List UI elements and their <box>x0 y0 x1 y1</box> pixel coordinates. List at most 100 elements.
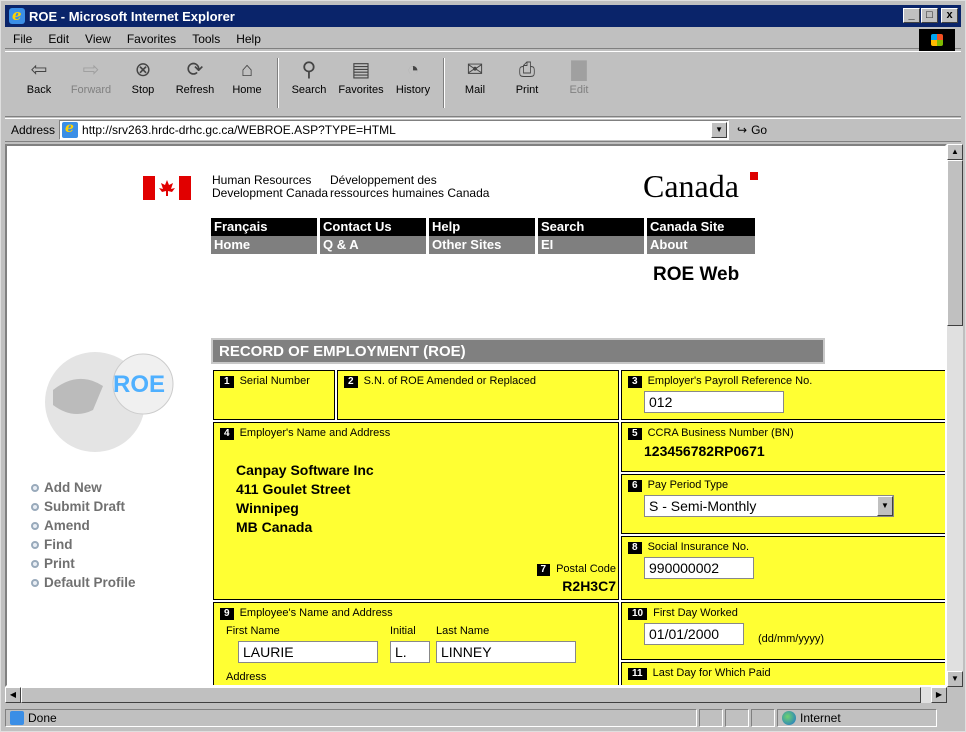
first-day-worked-input[interactable]: 01/01/2000 <box>644 623 744 645</box>
nav-about[interactable]: About <box>647 236 755 254</box>
go-arrow-icon: ↪ <box>737 123 748 137</box>
windows-logo-icon <box>919 29 955 51</box>
status-text: Done <box>28 711 57 725</box>
initial-input[interactable]: L. <box>390 641 430 663</box>
status-text-cell: Done <box>5 709 697 727</box>
horizontal-scrollbar[interactable]: ◀ ▶ <box>5 687 947 703</box>
history-button[interactable]: ◔ History <box>387 52 439 114</box>
side-menu-submit-draft[interactable]: Submit Draft <box>31 497 136 516</box>
search-icon: ⚲ <box>301 59 317 81</box>
bullet-icon <box>31 483 39 492</box>
maximize-button[interactable]: □ <box>921 8 938 23</box>
status-bar: Done Internet <box>5 707 961 729</box>
nav-help[interactable]: Help <box>429 218 538 236</box>
forward-button[interactable]: ⇨ Forward <box>65 52 117 114</box>
title-bar[interactable]: ROE - Microsoft Internet Explorer _ □ x <box>5 5 961 27</box>
print-button[interactable]: ⎙ Print <box>501 52 553 114</box>
pay-period-select[interactable]: S - Semi-Monthly ▼ <box>644 495 894 517</box>
nav-ei[interactable]: EI <box>538 236 647 254</box>
back-button[interactable]: ⇦ Back <box>13 52 65 114</box>
menu-tools[interactable]: Tools <box>184 32 228 46</box>
side-menu-amend[interactable]: Amend <box>31 516 136 535</box>
scroll-thumb[interactable] <box>947 160 963 326</box>
canada-wordmark: Canada <box>643 168 758 205</box>
side-menu-default-profile[interactable]: Default Profile <box>31 573 136 592</box>
search-button[interactable]: ⚲ Search <box>283 52 335 114</box>
address-label: Address <box>11 123 56 137</box>
side-menu-add-new[interactable]: Add New <box>31 478 136 497</box>
initial-label: Initial <box>390 625 416 637</box>
menu-view[interactable]: View <box>77 32 119 46</box>
employer-line: Winnipeg <box>236 500 299 516</box>
scroll-up-button[interactable]: ▲ <box>947 144 963 160</box>
refresh-icon: ⟳ <box>186 59 204 81</box>
box-serial-number: 1 Serial Number <box>213 370 335 420</box>
box-number: 9 <box>220 608 234 620</box>
edit-button[interactable]: ▇ Edit <box>553 52 605 114</box>
nav-canada-site[interactable]: Canada Site <box>647 218 755 236</box>
favorites-button[interactable]: ▤ Favorites <box>335 52 387 114</box>
horizontal-scroll-thumb[interactable] <box>21 687 921 703</box>
address-dropdown-button[interactable]: ▼ <box>711 122 728 138</box>
edit-icon: ▇ <box>571 59 587 81</box>
history-icon: ◔ <box>406 59 420 81</box>
box-employer-name-address: 4 Employer's Name and Address Canpay Soft… <box>213 422 619 600</box>
bullet-icon <box>31 578 39 587</box>
forward-arrow-icon: ⇨ <box>82 59 100 81</box>
mail-button[interactable]: ✉ Mail <box>449 52 501 114</box>
scroll-left-button[interactable]: ◀ <box>5 687 21 703</box>
box-pay-period-type: 6 Pay Period Type S - Semi-Monthly ▼ <box>621 474 945 534</box>
menu-help[interactable]: Help <box>228 32 269 46</box>
status-cell <box>751 709 775 727</box>
first-name-label: First Name <box>226 625 280 637</box>
menu-file[interactable]: File <box>5 32 40 46</box>
bullet-icon <box>31 502 39 511</box>
toolbar: ⇦ Back ⇨ Forward ⊗ Stop ⟳ Refresh ⌂ Home ⚲ Sea… <box>5 51 961 117</box>
home-button[interactable]: ⌂ Home <box>221 52 273 114</box>
box-number: 1 <box>220 376 234 388</box>
refresh-button[interactable]: ⟳ Refresh <box>169 52 221 114</box>
site-navigation: Français Contact Us Help Search Canada S… <box>211 218 755 254</box>
hrdc-french-signature: Développement des ressources humaines Ca… <box>330 173 490 200</box>
go-button[interactable]: ↪ Go <box>737 123 767 137</box>
postal-code-label: Postal Code <box>556 563 616 575</box>
nav-contact-us[interactable]: Contact Us <box>320 218 429 236</box>
minimize-button[interactable]: _ <box>903 8 920 23</box>
roe-web-heading: ROE Web <box>653 264 740 285</box>
nav-q-and-a[interactable]: Q & A <box>320 236 429 254</box>
last-name-input[interactable]: LINNEY <box>436 641 576 663</box>
stop-icon: ⊗ <box>134 59 152 81</box>
address-input[interactable]: http://srv263.hrdc-drhc.gc.ca/WEBROE.ASP… <box>59 120 730 140</box>
nav-search[interactable]: Search <box>538 218 647 236</box>
box-last-day-paid: 11 Last Day for Which Paid <box>621 662 945 685</box>
side-menu: Add New Submit Draft Amend Find Print De… <box>31 478 136 592</box>
box-number: 2 <box>344 376 358 388</box>
first-name-input[interactable]: LAURIE <box>238 641 378 663</box>
box-social-insurance: 8 Social Insurance No. 990000002 <box>621 536 945 600</box>
scroll-right-button[interactable]: ▶ <box>931 687 947 703</box>
box-business-number: 5 CCRA Business Number (BN) 123456782RP06… <box>621 422 945 472</box>
box-number: 8 <box>628 542 642 554</box>
status-cell <box>699 709 723 727</box>
menu-edit[interactable]: Edit <box>40 32 77 46</box>
employer-line: 411 Goulet Street <box>236 481 351 497</box>
globe-icon <box>782 711 796 725</box>
stop-button[interactable]: ⊗ Stop <box>117 52 169 114</box>
side-menu-find[interactable]: Find <box>31 535 136 554</box>
scroll-down-button[interactable]: ▼ <box>947 671 963 687</box>
side-menu-print[interactable]: Print <box>31 554 136 573</box>
printer-icon: ⎙ <box>519 59 535 81</box>
favorites-icon: ▤ <box>351 59 371 81</box>
page-icon <box>10 711 24 725</box>
close-button[interactable]: x <box>941 8 958 23</box>
payroll-reference-input[interactable]: 012 <box>644 391 784 413</box>
nav-francais[interactable]: Français <box>211 218 320 236</box>
employer-line: MB Canada <box>236 519 313 535</box>
menu-favorites[interactable]: Favorites <box>119 32 184 46</box>
hrdc-english-signature: Human Resources Development Canada <box>212 173 329 200</box>
nav-home[interactable]: Home <box>211 236 320 254</box>
address-bar: Address http://srv263.hrdc-drhc.gc.ca/WE… <box>5 118 961 142</box>
vertical-scrollbar[interactable]: ▲ ▼ <box>947 144 963 687</box>
nav-other-sites[interactable]: Other Sites <box>429 236 538 254</box>
sin-input[interactable]: 990000002 <box>644 557 754 579</box>
